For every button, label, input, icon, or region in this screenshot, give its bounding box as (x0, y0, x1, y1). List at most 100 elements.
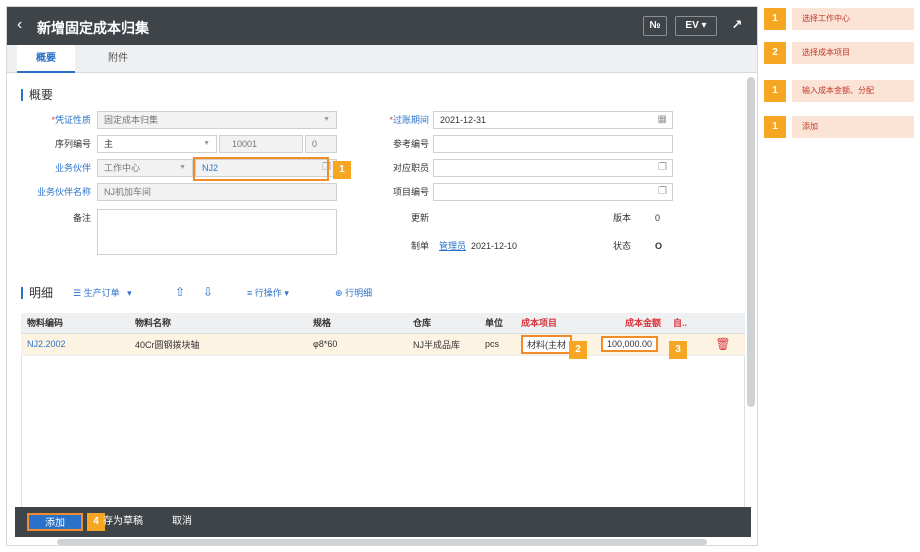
callout-step-4: 1 添加 (764, 116, 914, 138)
staff-input[interactable]: ❐ (433, 159, 673, 177)
row-ops-button[interactable]: ≡ 行操作 ▾ (247, 286, 289, 300)
col-self[interactable]: 自.. (667, 313, 695, 334)
detail-table: 物料编码 物料名称 规格 仓库 单位 成本项目 成本金额 自.. NJ2.200… (21, 313, 745, 356)
sequence-no-label: 序列编号 (54, 139, 91, 149)
col-actions (695, 313, 745, 334)
menu-icon: ≡ (247, 288, 253, 298)
cancel-button[interactable]: 取消 (167, 513, 197, 531)
ev-dropdown-button[interactable]: EV ▾ (675, 16, 717, 36)
number-button[interactable]: № (643, 16, 667, 36)
chevron-down-icon: ▾ (284, 288, 289, 298)
cell-warehouse: NJ半成品库 (407, 333, 479, 356)
horizontal-scrollbar[interactable] (57, 539, 707, 545)
zoom-in-icon: ⊕ (335, 288, 343, 298)
sequence-main-select[interactable]: 主 ▼ (97, 135, 217, 153)
callout-step-2: 2 选择成本项目 (764, 42, 914, 64)
list-icon: ☰ (73, 288, 82, 298)
col-warehouse[interactable]: 仓库 (407, 313, 479, 334)
app-window: ‹ 新增固定成本归集 № EV ▾ ↗ 概要 附件 概要 凭证性质 固定成本归集… (6, 6, 758, 546)
row-detail-label: 行明细 (345, 288, 373, 298)
voucher-nature-value: 固定成本归集 (104, 115, 159, 125)
copy-icon[interactable]: ❐ (658, 184, 667, 200)
save-draft-button[interactable]: 存为草稿 (101, 513, 145, 531)
move-up-icon[interactable]: ⇧ (175, 285, 185, 299)
highlight-partner-code (193, 157, 329, 181)
partner-label: 业务伙伴 (54, 163, 91, 173)
production-order-label: 生产订单 (83, 288, 120, 298)
reference-no-input[interactable] (433, 135, 673, 153)
col-material-name[interactable]: 物料名称 (129, 313, 307, 334)
remark-textarea[interactable] (97, 209, 337, 255)
callout-number: 1 (764, 80, 786, 102)
chevron-down-icon: ▼ (203, 140, 210, 147)
add-button[interactable]: 添加 (27, 513, 83, 531)
status-label: 状态 (613, 241, 632, 251)
posting-period-value: 2021-12-31 (440, 115, 487, 125)
callout-text: 选择成本项目 (792, 42, 914, 64)
callout-number: 1 (764, 116, 786, 138)
project-no-label: 项目编号 (392, 187, 429, 197)
cell-spec: φ8*60 (307, 333, 407, 356)
tab-summary[interactable]: 概要 (17, 45, 75, 73)
title-bar: ‹ 新增固定成本归集 № EV ▾ ↗ (7, 7, 757, 45)
footer-action-bar: 添加 4 存为草稿 取消 (15, 507, 751, 537)
chevron-down-icon: ▼ (323, 116, 330, 123)
col-unit[interactable]: 单位 (479, 313, 515, 334)
chevron-down-icon: ▼ (179, 164, 186, 171)
table-row[interactable]: NJ2.2002 40Cr圆钢拨块轴 φ8*60 NJ半成品库 pcs 材料(主… (21, 333, 745, 356)
staff-label: 对应职员 (392, 163, 429, 173)
tab-attachments[interactable]: 附件 (85, 45, 151, 73)
detail-section-title: 明细 (21, 287, 53, 299)
cell-unit: pcs (479, 333, 515, 356)
copy-icon[interactable]: ❐ (658, 160, 667, 176)
posting-period-input[interactable]: 2021-12-31 ▦ (433, 111, 673, 129)
back-chevron-icon[interactable]: ‹ (17, 16, 22, 34)
version-value: 0 (655, 213, 661, 223)
voucher-nature-label: 凭证性质 (17, 111, 91, 129)
step-marker-3: 3 (669, 341, 687, 359)
sequence-main-value: 主 (104, 139, 114, 149)
table-header-row: 物料编码 物料名称 规格 仓库 单位 成本项目 成本金额 自.. (21, 313, 745, 334)
trash-icon[interactable]: 🗑 (695, 333, 745, 356)
sequence-number-field: 10001 (219, 135, 303, 153)
partner-name-label: 业务伙伴名称 (36, 187, 91, 197)
maker-user-link[interactable]: 管理员 (439, 237, 466, 255)
reference-no-label: 参考编号 (392, 139, 429, 149)
col-spec[interactable]: 规格 (307, 313, 407, 334)
chevron-down-icon: ▾ (122, 288, 132, 298)
maker-date: 2021-12-10 (471, 241, 518, 251)
sequence-tail-field: 0 (305, 135, 337, 153)
step-marker-1: 1 (333, 161, 351, 179)
row-detail-button[interactable]: ⊕ 行明细 (335, 286, 372, 300)
project-no-input[interactable]: ❐ (433, 183, 673, 201)
cell-material-code[interactable]: NJ2.2002 (21, 333, 129, 356)
col-cost-amount[interactable]: 成本金额 (595, 313, 667, 334)
callout-text: 添加 (792, 116, 914, 138)
cost-item-input[interactable]: 材料(主材 (521, 334, 572, 354)
partner-type-select[interactable]: 工作中心 ▼ (97, 159, 193, 177)
cost-amount-input[interactable]: 100,000.00 (601, 336, 659, 352)
callout-step-3: 1 输入成本金额、分配 (764, 80, 914, 102)
vertical-scrollbar[interactable] (747, 77, 755, 407)
col-cost-item[interactable]: 成本项目 (515, 313, 595, 334)
callout-text: 选择工作中心 (792, 8, 914, 30)
production-order-button[interactable]: ☰ 生产订单 ▾ (73, 286, 132, 300)
callout-number: 1 (764, 8, 786, 30)
cell-material-name: 40Cr圆钢拨块轴 (129, 333, 307, 356)
calendar-icon[interactable]: ▦ (658, 112, 667, 128)
status-value: O (655, 241, 663, 251)
remark-label: 备注 (72, 213, 91, 223)
voucher-nature-select[interactable]: 固定成本归集 ▼ (97, 111, 337, 129)
maker-label: 制单 (410, 241, 429, 251)
callout-step-1: 1 选择工作中心 (764, 8, 914, 30)
tab-bar: 概要 附件 (7, 45, 757, 73)
col-material-code[interactable]: 物料编码 (21, 313, 129, 334)
version-label: 版本 (613, 213, 632, 223)
step-marker-2: 2 (569, 341, 587, 359)
partner-type-value: 工作中心 (104, 163, 141, 173)
move-down-icon[interactable]: ⇩ (203, 285, 213, 299)
export-icon[interactable]: ↗ (725, 16, 749, 36)
callout-number: 2 (764, 42, 786, 64)
update-label: 更新 (410, 213, 429, 223)
cell-cost-amount[interactable]: 100,000.00 (595, 333, 667, 356)
